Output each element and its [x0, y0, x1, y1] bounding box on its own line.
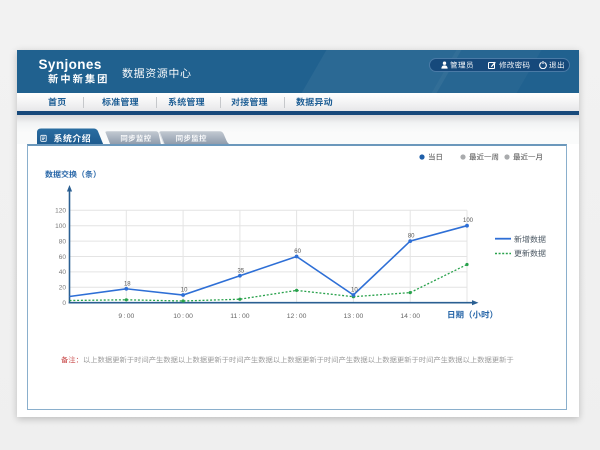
svg-text:120: 120 — [55, 208, 66, 215]
svg-text:60: 60 — [59, 254, 67, 261]
svg-text:10 : 00: 10 : 00 — [173, 313, 193, 320]
svg-text:9 : 00: 9 : 00 — [118, 313, 134, 320]
svg-text:100: 100 — [55, 223, 66, 230]
svg-text:10: 10 — [181, 288, 188, 294]
svg-text:14 : 00: 14 : 00 — [400, 313, 420, 320]
svg-text:10: 10 — [351, 288, 358, 294]
svg-text:80: 80 — [59, 238, 67, 245]
svg-text:20: 20 — [59, 285, 67, 292]
svg-text:0: 0 — [62, 300, 66, 307]
svg-text:80: 80 — [408, 234, 415, 240]
svg-text:12 : 00: 12 : 00 — [287, 313, 307, 320]
svg-text:100: 100 — [463, 218, 474, 224]
svg-text:40: 40 — [59, 269, 67, 276]
svg-text:11 : 00: 11 : 00 — [230, 313, 249, 320]
svg-text:35: 35 — [238, 268, 245, 274]
svg-text:13 : 00: 13 : 00 — [344, 313, 364, 320]
svg-text:18: 18 — [124, 281, 131, 287]
svg-text:60: 60 — [294, 249, 301, 255]
